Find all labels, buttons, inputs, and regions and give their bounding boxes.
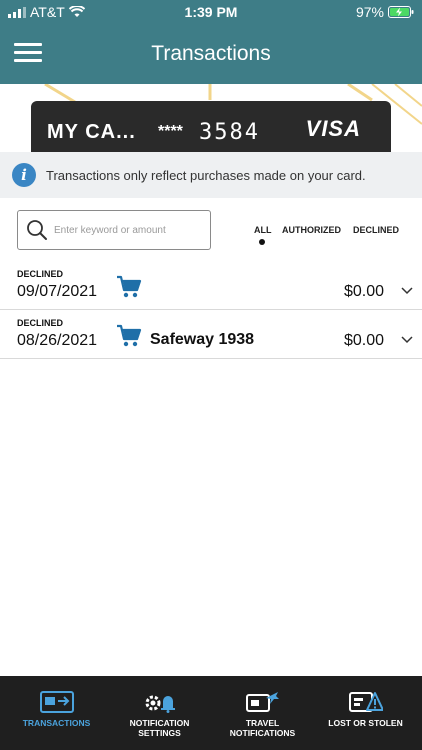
filter-selected-indicator (259, 239, 265, 245)
tab-notification-settings-label-2: SETTINGS (138, 728, 181, 738)
tab-travel-notifications-label-2: NOTIFICATIONS (229, 728, 296, 738)
filter-authorized-label: AUTHORIZED (282, 225, 341, 235)
filter-all-label: ALL (254, 225, 272, 235)
card-summary[interactable]: MY CA... **** 3584 VISA (31, 101, 391, 152)
tab-notification-settings-label-1: NOTIFICATION (129, 718, 190, 728)
tab-transactions-label: TRANSACTIONS (22, 718, 91, 728)
filter-declined[interactable]: DECLINED (353, 225, 399, 235)
chevron-down-icon[interactable] (401, 336, 413, 344)
card-strip: MY CA... **** 3584 VISA (0, 84, 422, 152)
page-title: Transactions (151, 42, 271, 65)
info-message: Transactions only reflect purchases made… (46, 167, 366, 183)
info-icon: i (12, 163, 36, 187)
search-icon (27, 220, 47, 240)
tab-travel-notifications-label-1: TRAVEL (245, 718, 280, 728)
cart-icon (117, 324, 142, 347)
tab-lost-or-stolen-label: LOST OR STOLEN (328, 718, 403, 728)
tab-travel-notifications[interactable]: TRAVEL NOTIFICATIONS (210, 676, 315, 750)
transaction-date: 08/26/2021 (17, 332, 98, 349)
transaction-status: DECLINED (17, 318, 64, 328)
transaction-row[interactable]: DECLINED 09/07/2021 $0.00 (0, 261, 422, 310)
transaction-amount: $0.00 (343, 283, 384, 300)
info-banner: i Transactions only reflect purchases ma… (0, 152, 422, 198)
transaction-date: 09/07/2021 (17, 283, 98, 300)
cart-icon (117, 275, 142, 298)
transaction-row[interactable]: DECLINED 08/26/2021 Safeway 1938 $0.00 (0, 310, 422, 359)
search-field[interactable] (17, 210, 211, 250)
card-name: MY CA... (47, 121, 136, 143)
transaction-amount: $0.00 (343, 332, 384, 349)
lost-or-stolen-icon (348, 692, 383, 712)
filter-all[interactable]: ALL (254, 225, 272, 235)
card-mask: **** (158, 123, 183, 140)
tab-transactions[interactable]: TRANSACTIONS (4, 676, 109, 750)
travel-notifications-icon (245, 692, 279, 712)
header-bar: Transactions (0, 24, 422, 84)
tab-notification-settings[interactable]: NOTIFICATION SETTINGS (107, 676, 212, 750)
battery-percent: 97% (355, 4, 384, 20)
battery-charging-icon (388, 6, 414, 18)
chevron-down-icon[interactable] (401, 287, 413, 295)
transaction-merchant: Safeway 1938 (150, 331, 255, 348)
filter-authorized[interactable]: AUTHORIZED (282, 225, 341, 235)
notification-settings-icon (145, 695, 175, 713)
transactions-icon (39, 691, 74, 713)
bottom-tab-bar: TRANSACTIONS NOTIFICATION SETTINGS TRAVE… (0, 676, 422, 750)
filter-declined-label: DECLINED (353, 225, 400, 235)
transaction-status: DECLINED (17, 269, 64, 279)
search-input[interactable] (52, 220, 206, 240)
card-last4: 3584 (199, 120, 260, 145)
status-bar: AT&T 1:39 PM 97% (0, 0, 422, 24)
visa-logo: VISA (305, 116, 361, 141)
battery-group: 97% (356, 4, 414, 20)
tab-lost-or-stolen[interactable]: LOST OR STOLEN (313, 676, 418, 750)
